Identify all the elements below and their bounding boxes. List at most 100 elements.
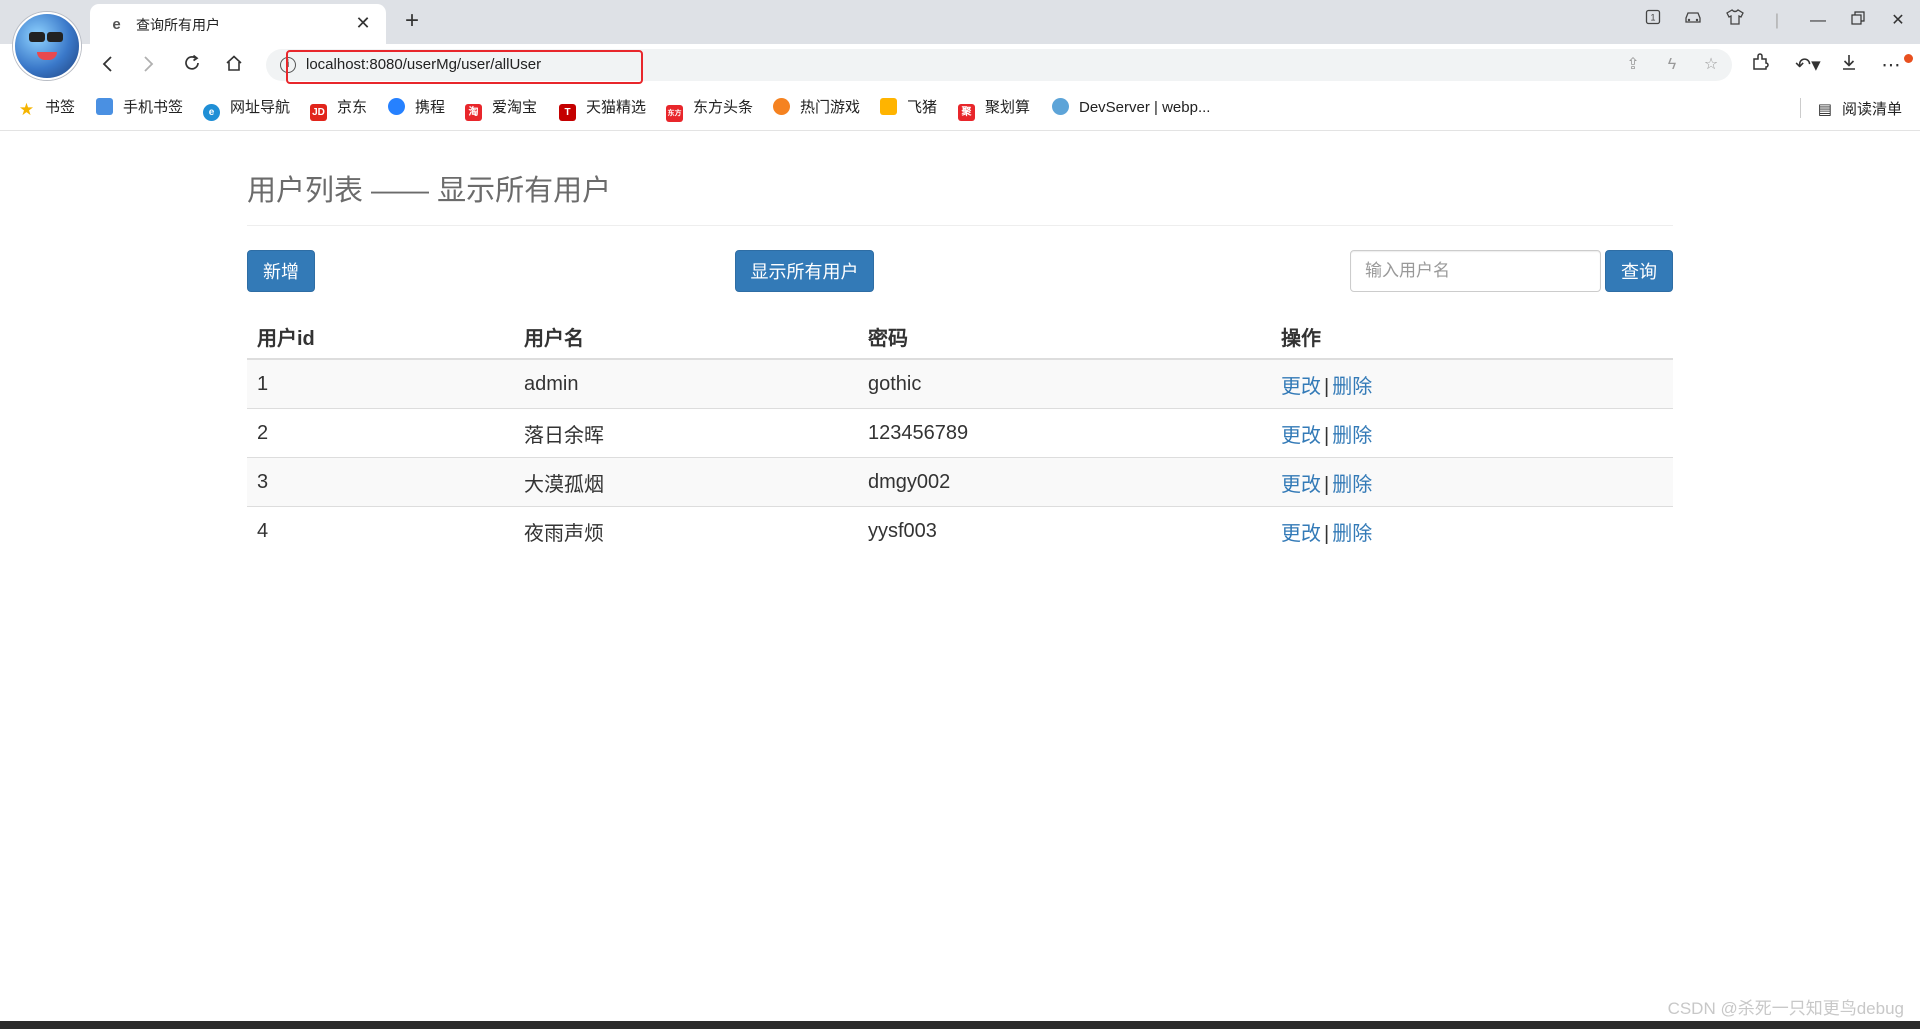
actions-cell: 更改 | 删除 <box>1271 457 1673 507</box>
share-icon[interactable]: ⇪ <box>1622 56 1644 74</box>
bookmark-item[interactable]: DevServer | webp... <box>1052 98 1210 118</box>
link-separator: | <box>1324 522 1330 545</box>
show-all-users-button[interactable]: 显示所有用户 <box>735 250 874 292</box>
edit-link[interactable]: 更改 <box>1281 376 1321 398</box>
bookmark-label: DevServer | webp... <box>1079 99 1211 116</box>
bookmark-item[interactable]: T 天猫精选 <box>559 98 647 121</box>
bookmark-label: 东方头条 <box>693 99 754 116</box>
password-cell: 123456789 <box>858 408 1271 458</box>
bookmark-label: 手机书签 <box>123 99 184 116</box>
download-icon[interactable] <box>1834 52 1864 80</box>
column-header-id: 用户id <box>247 314 514 360</box>
more-menu-icon[interactable]: ⋯ <box>1876 52 1906 80</box>
tab-actions-icon[interactable]: 1 <box>1638 8 1668 34</box>
divider-icon: | <box>1774 12 1780 29</box>
page-content: 用户列表 —— 显示所有用户 新增 显示所有用户 查询 用户id 用户名 密码 … <box>247 131 1673 555</box>
actions-cell: 更改 | 删除 <box>1271 408 1673 458</box>
forward-button[interactable] <box>132 50 164 80</box>
close-tab-icon[interactable]: ✕ <box>352 12 374 34</box>
bookmark-item[interactable]: 淘爱淘宝 <box>465 98 538 121</box>
bookmark-item[interactable]: ★ 书签 <box>18 98 75 118</box>
page-header: 用户列表 —— 显示所有用户 <box>247 173 1673 226</box>
svg-text:1: 1 <box>1650 13 1655 23</box>
table-row: 3 大漠孤烟 dmgy002 更改 | 删除 <box>247 457 1673 507</box>
lightning-icon[interactable]: ϟ <box>1661 56 1683 74</box>
reading-list-label: 阅读清单 <box>1841 101 1902 118</box>
new-tab-button[interactable]: + <box>398 8 426 36</box>
jd-icon: JD <box>310 104 327 121</box>
username-search-input[interactable] <box>1350 250 1601 292</box>
bookmark-item[interactable]: JD 京东 <box>310 98 368 121</box>
minimize-icon[interactable]: — <box>1803 8 1833 34</box>
table-row: 2 落日余晖 123456789 更改 | 删除 <box>247 408 1673 458</box>
close-window-icon[interactable]: ✕ <box>1883 8 1913 34</box>
shirt-icon[interactable] <box>1720 8 1750 34</box>
avatar-eye-icon <box>29 32 45 42</box>
bookmarks-bar: ★ 书签 手机书签 e 网址导航 JD 京东 携程 淘爱淘宝 T 天猫精选 东方 东方头条… <box>0 86 1920 131</box>
edit-link[interactable]: 更改 <box>1281 425 1321 447</box>
bookmark-item[interactable]: e 网址导航 <box>203 98 291 121</box>
username-cell: 大漠孤烟 <box>514 457 858 507</box>
undo-history-icon[interactable]: ↶▾ <box>1788 52 1828 80</box>
bookmark-label: 京东 <box>337 99 368 116</box>
bookmarks-divider <box>1800 98 1801 118</box>
active-tab[interactable]: e 查询所有用户 ✕ <box>90 4 386 44</box>
restore-icon[interactable] <box>1843 8 1873 34</box>
table-row: 4 夜雨声烦 yysf003 更改 | 删除 <box>247 506 1673 555</box>
page-title: 用户列表 —— 显示所有用户 <box>247 175 612 207</box>
avatar-mouth-icon <box>37 52 57 60</box>
bookmark-label: 爱淘宝 <box>492 99 538 116</box>
actions-cell: 更改 | 删除 <box>1271 358 1673 409</box>
search-button[interactable]: 查询 <box>1605 250 1673 292</box>
delete-link[interactable]: 删除 <box>1332 425 1372 447</box>
bookmark-label: 网址导航 <box>230 99 291 116</box>
favorite-star-icon[interactable]: ☆ <box>1700 56 1722 74</box>
user-id-cell: 1 <box>247 358 514 409</box>
user-id-cell: 4 <box>247 506 514 555</box>
bookmark-item[interactable]: 手机书签 <box>96 98 183 118</box>
reading-list-icon: ▤ <box>1817 101 1832 118</box>
edit-link[interactable]: 更改 <box>1281 474 1321 496</box>
column-header-actions: 操作 <box>1271 314 1673 360</box>
bookmark-item[interactable]: 飞猪 <box>880 98 937 118</box>
avatar-eye-icon <box>47 32 63 42</box>
fliggy-icon <box>880 98 897 115</box>
edit-link[interactable]: 更改 <box>1281 523 1321 545</box>
bookmark-label: 热门游戏 <box>800 99 861 116</box>
nav-icon: e <box>203 104 220 121</box>
collections-icon[interactable] <box>1678 8 1708 34</box>
home-button[interactable] <box>218 50 250 80</box>
taobao-icon: 淘 <box>465 104 482 121</box>
delete-link[interactable]: 删除 <box>1332 474 1372 496</box>
bookmark-label: 聚划算 <box>985 99 1031 116</box>
bookmark-item[interactable]: 聚聚划算 <box>958 98 1031 121</box>
bookmark-item[interactable]: 热门游戏 <box>773 98 860 118</box>
bookmark-item[interactable]: 携程 <box>388 98 445 118</box>
extensions-icon[interactable] <box>1746 52 1776 80</box>
password-cell: yysf003 <box>858 506 1271 555</box>
refresh-button[interactable] <box>176 50 208 80</box>
reading-list[interactable]: ▤ 阅读清单 <box>1818 98 1902 119</box>
game-icon <box>773 98 790 115</box>
column-header-password: 密码 <box>858 314 1271 360</box>
bookmark-label: 天猫精选 <box>586 99 647 116</box>
delete-link[interactable]: 删除 <box>1332 523 1372 545</box>
bookmark-item[interactable]: 东方 东方头条 <box>666 98 754 122</box>
bookmark-label: 携程 <box>415 99 446 116</box>
back-button[interactable] <box>92 50 124 80</box>
url-highlight-box <box>286 50 643 84</box>
star-icon: ★ <box>18 100 35 119</box>
ctrip-icon <box>388 98 405 115</box>
tab-strip: e 查询所有用户 ✕ + 1 | — ✕ <box>0 0 1920 80</box>
bookmark-label: 飞猪 <box>907 99 938 116</box>
add-user-button[interactable]: 新增 <box>247 250 315 292</box>
profile-avatar[interactable] <box>13 12 81 80</box>
edge-page-icon: e <box>112 16 121 33</box>
username-cell: 夜雨声烦 <box>514 506 858 555</box>
taskbar-strip <box>0 1021 1920 1029</box>
bookmark-label: 书签 <box>45 99 76 116</box>
phone-bookmark-icon <box>96 98 113 115</box>
delete-link[interactable]: 删除 <box>1332 376 1372 398</box>
toutiao-icon: 东方 <box>666 105 683 122</box>
tmall-icon: T <box>559 104 576 121</box>
